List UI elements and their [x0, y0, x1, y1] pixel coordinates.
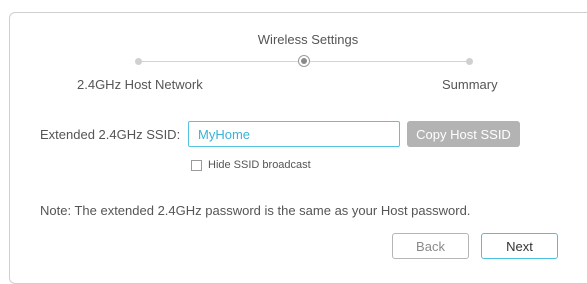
- back-button[interactable]: Back: [392, 233, 469, 259]
- hide-ssid-row[interactable]: Hide SSID broadcast: [191, 159, 311, 171]
- next-button[interactable]: Next: [481, 233, 558, 259]
- step-dot-summary: [466, 58, 473, 65]
- copy-host-ssid-button[interactable]: Copy Host SSID: [407, 121, 520, 147]
- step-title: Wireless Settings: [257, 32, 359, 47]
- ssid-input[interactable]: [188, 121, 400, 147]
- step-connector-right: [310, 61, 469, 62]
- hide-ssid-checkbox[interactable]: [191, 159, 202, 171]
- password-note: Note: The extended 2.4GHz password is th…: [40, 203, 471, 218]
- hide-ssid-label: Hide SSID broadcast: [208, 159, 311, 171]
- step-connector-left: [139, 61, 298, 62]
- ssid-label: Extended 2.4GHz SSID:: [40, 127, 181, 142]
- step-label-host-network: 2.4GHz Host Network: [77, 77, 203, 92]
- step-label-summary: Summary: [442, 77, 498, 92]
- step-dot-host-network: [135, 58, 142, 65]
- step-dot-current: [298, 55, 310, 67]
